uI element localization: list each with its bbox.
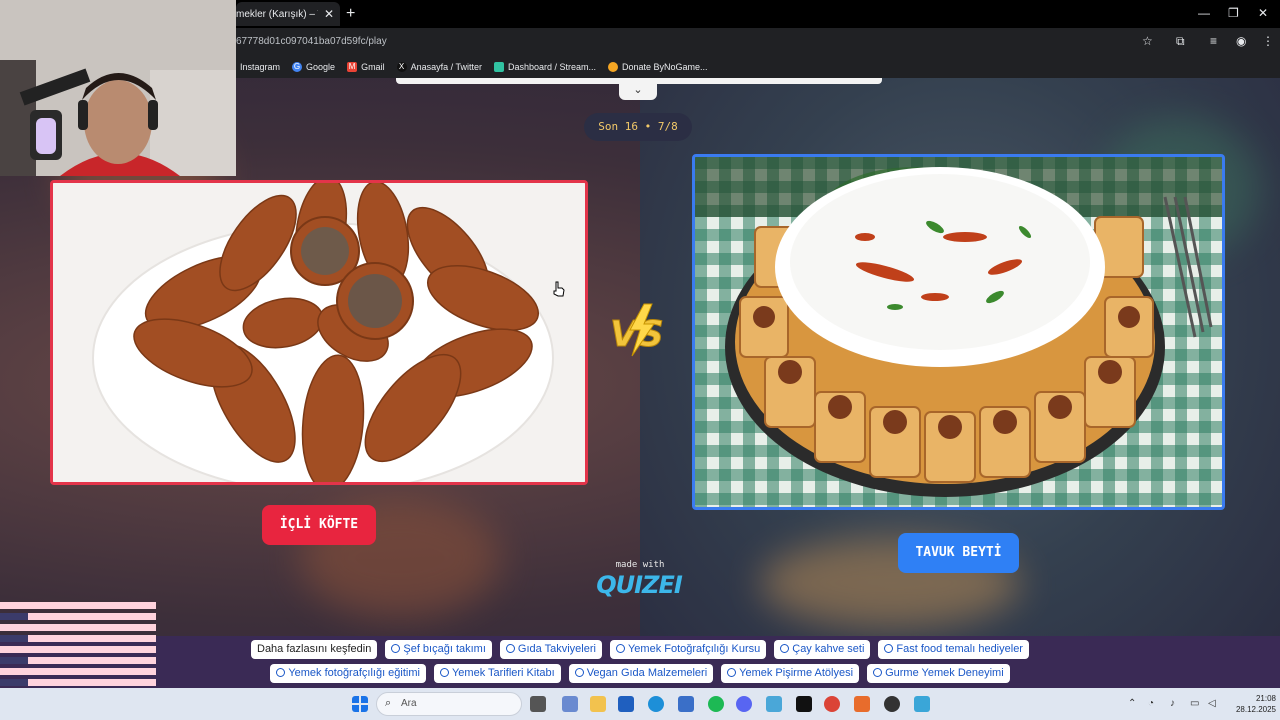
bookmark-streamlabs[interactable]: Dashboard / Stream... xyxy=(493,62,596,72)
ad-chip[interactable]: Yemek Fotoğrafçılığı Kursu xyxy=(609,640,767,659)
circle-arrow-icon xyxy=(884,644,894,653)
store-icon[interactable] xyxy=(618,696,634,712)
chat-message xyxy=(0,657,156,664)
restore-button[interactable]: ❐ xyxy=(1228,6,1239,20)
profile-icon[interactable]: ◉ xyxy=(1236,34,1246,48)
spotify-icon[interactable] xyxy=(708,696,724,712)
bookmark-google[interactable]: G Google xyxy=(292,62,335,72)
circle-arrow-icon xyxy=(873,668,883,677)
circle-arrow-icon xyxy=(615,644,625,653)
tab-title: mekler (Karışık) – Tier L xyxy=(236,8,318,20)
windows-start-icon[interactable] xyxy=(352,696,368,712)
x-icon: X xyxy=(396,62,407,72)
tavuk-beyti-image xyxy=(695,157,1222,507)
clock[interactable]: 21:08 28.12.2025 xyxy=(1226,693,1276,715)
choose-icli-kofte-button[interactable]: İÇLİ KÖFTE xyxy=(262,505,376,545)
search-placeholder: Ara xyxy=(401,698,417,709)
bookmark-instagram[interactable]: Instagram xyxy=(240,62,280,72)
mouse-cursor-icon xyxy=(553,281,565,297)
bookmark-gmail[interactable]: M Gmail xyxy=(347,62,385,72)
ad-row: Yemek fotoğrafçılığı eğitimi Yemek Tarif… xyxy=(0,664,1280,683)
task-view-icon[interactable] xyxy=(530,696,546,712)
notepad-icon[interactable] xyxy=(914,696,930,712)
widgets-icon[interactable] xyxy=(562,696,578,712)
ad-row: Daha fazlasını keşfedin Şef bıçağı takım… xyxy=(0,640,1280,659)
round-indicator: Son 16 • 7/8 xyxy=(584,113,692,141)
chat-message xyxy=(0,613,156,620)
made-with-label: made with xyxy=(615,560,665,570)
menu-icon[interactable]: ⋮ xyxy=(1262,34,1274,48)
quizei-logo[interactable]: QUIZEI xyxy=(594,571,684,599)
streamer-webcam-image xyxy=(0,0,236,176)
close-window-button[interactable]: ✕ xyxy=(1258,6,1268,20)
file-explorer-icon[interactable] xyxy=(590,696,606,712)
bookmark-twitter[interactable]: X Anasayfa / Twitter xyxy=(396,62,482,72)
google-icon: G xyxy=(292,62,303,72)
media-icon[interactable]: ≡ xyxy=(1210,34,1217,48)
ad-chip[interactable]: Gıda Takviyeleri xyxy=(499,640,602,659)
left-choice-card[interactable] xyxy=(50,180,588,485)
vs-lightning-icon: VS xyxy=(610,303,664,357)
webcam-overlay xyxy=(0,0,236,176)
icli-kofte-image xyxy=(53,183,585,482)
display-icon[interactable]: ▭ xyxy=(1190,698,1199,709)
chat-message xyxy=(0,646,156,653)
circle-arrow-icon xyxy=(276,668,286,677)
chat-message xyxy=(0,602,156,609)
windows-taskbar: ⌕ Ara ⌃ ◔ ♪ ▭ ◁ 21:08 28.12.2025 xyxy=(0,688,1280,720)
ad-suggestions: Daha fazlasını keşfedin Şef bıçağı takım… xyxy=(0,636,1280,688)
clock-date: 28.12.2025 xyxy=(1235,705,1276,714)
chrome-icon[interactable] xyxy=(824,696,840,712)
circle-arrow-icon xyxy=(391,644,401,653)
discord-icon[interactable] xyxy=(736,696,752,712)
media-app-icon[interactable] xyxy=(796,696,812,712)
search-icon: ⌕ xyxy=(385,697,392,709)
obs-icon[interactable] xyxy=(884,696,900,712)
settings-icon[interactable] xyxy=(766,696,782,712)
bookmark-star-icon[interactable]: ☆ xyxy=(1142,34,1153,48)
ad-intro-label: Daha fazlasını keşfedin xyxy=(251,640,378,659)
minimize-button[interactable]: — xyxy=(1198,6,1210,20)
url-field[interactable]: 67778d01c097041ba07d59fc/play xyxy=(236,36,387,47)
extensions-icon[interactable]: ⧉ xyxy=(1176,34,1185,49)
edge-icon[interactable] xyxy=(648,696,664,712)
mail-icon[interactable] xyxy=(678,696,694,712)
chat-message xyxy=(0,679,156,686)
clock-time: 21:08 xyxy=(1255,694,1276,703)
tab-close-icon[interactable]: ✕ xyxy=(324,7,334,21)
streamlabs-icon xyxy=(493,62,504,72)
chevron-up-icon[interactable]: ⌃ xyxy=(1128,698,1136,709)
taskbar-search[interactable]: ⌕ Ara xyxy=(376,692,522,716)
network-status-icon[interactable]: ◔ xyxy=(1148,698,1154,709)
ad-chip[interactable]: Fast food temalı hediyeler xyxy=(878,640,1029,659)
right-choice-card[interactable] xyxy=(692,154,1225,510)
choose-tavuk-beyti-button[interactable]: TAVUK BEYTİ xyxy=(898,533,1019,573)
chat-message xyxy=(0,624,156,631)
circle-arrow-icon xyxy=(505,644,515,653)
ad-chip[interactable]: Gurme Yemek Deneyimi xyxy=(867,664,1010,683)
circle-arrow-icon xyxy=(439,668,449,677)
ad-chip[interactable]: Yemek fotoğrafçılığı eğitimi xyxy=(270,664,426,683)
volume-icon[interactable]: ◁ xyxy=(1208,698,1216,709)
ad-chip[interactable]: Yemek Pişirme Atölyesi xyxy=(721,664,860,683)
circle-arrow-icon xyxy=(574,668,584,677)
chat-message xyxy=(0,635,156,642)
microphone-icon[interactable]: ♪ xyxy=(1170,698,1175,709)
chevron-down-icon[interactable]: ⌄ xyxy=(619,82,657,100)
chat-message xyxy=(0,668,156,675)
ad-chip[interactable]: Vegan Gıda Malzemeleri xyxy=(568,664,714,683)
bookmark-bynogame[interactable]: Donate ByNoGame... xyxy=(608,62,708,72)
ad-chip[interactable]: Çay kahve seti xyxy=(774,640,871,659)
gmail-icon: M xyxy=(347,62,358,72)
ad-chip[interactable]: Şef bıçağı takımı xyxy=(385,640,492,659)
circle-arrow-icon xyxy=(780,644,790,653)
browser-tab[interactable]: mekler (Karışık) – Tier L ✕ xyxy=(236,2,340,26)
new-tab-button[interactable]: + xyxy=(346,5,355,23)
circle-arrow-icon xyxy=(727,668,737,677)
bynogame-icon xyxy=(608,62,618,72)
app-icon[interactable] xyxy=(854,696,870,712)
ad-chip[interactable]: Yemek Tarifleri Kitabı xyxy=(433,664,561,683)
